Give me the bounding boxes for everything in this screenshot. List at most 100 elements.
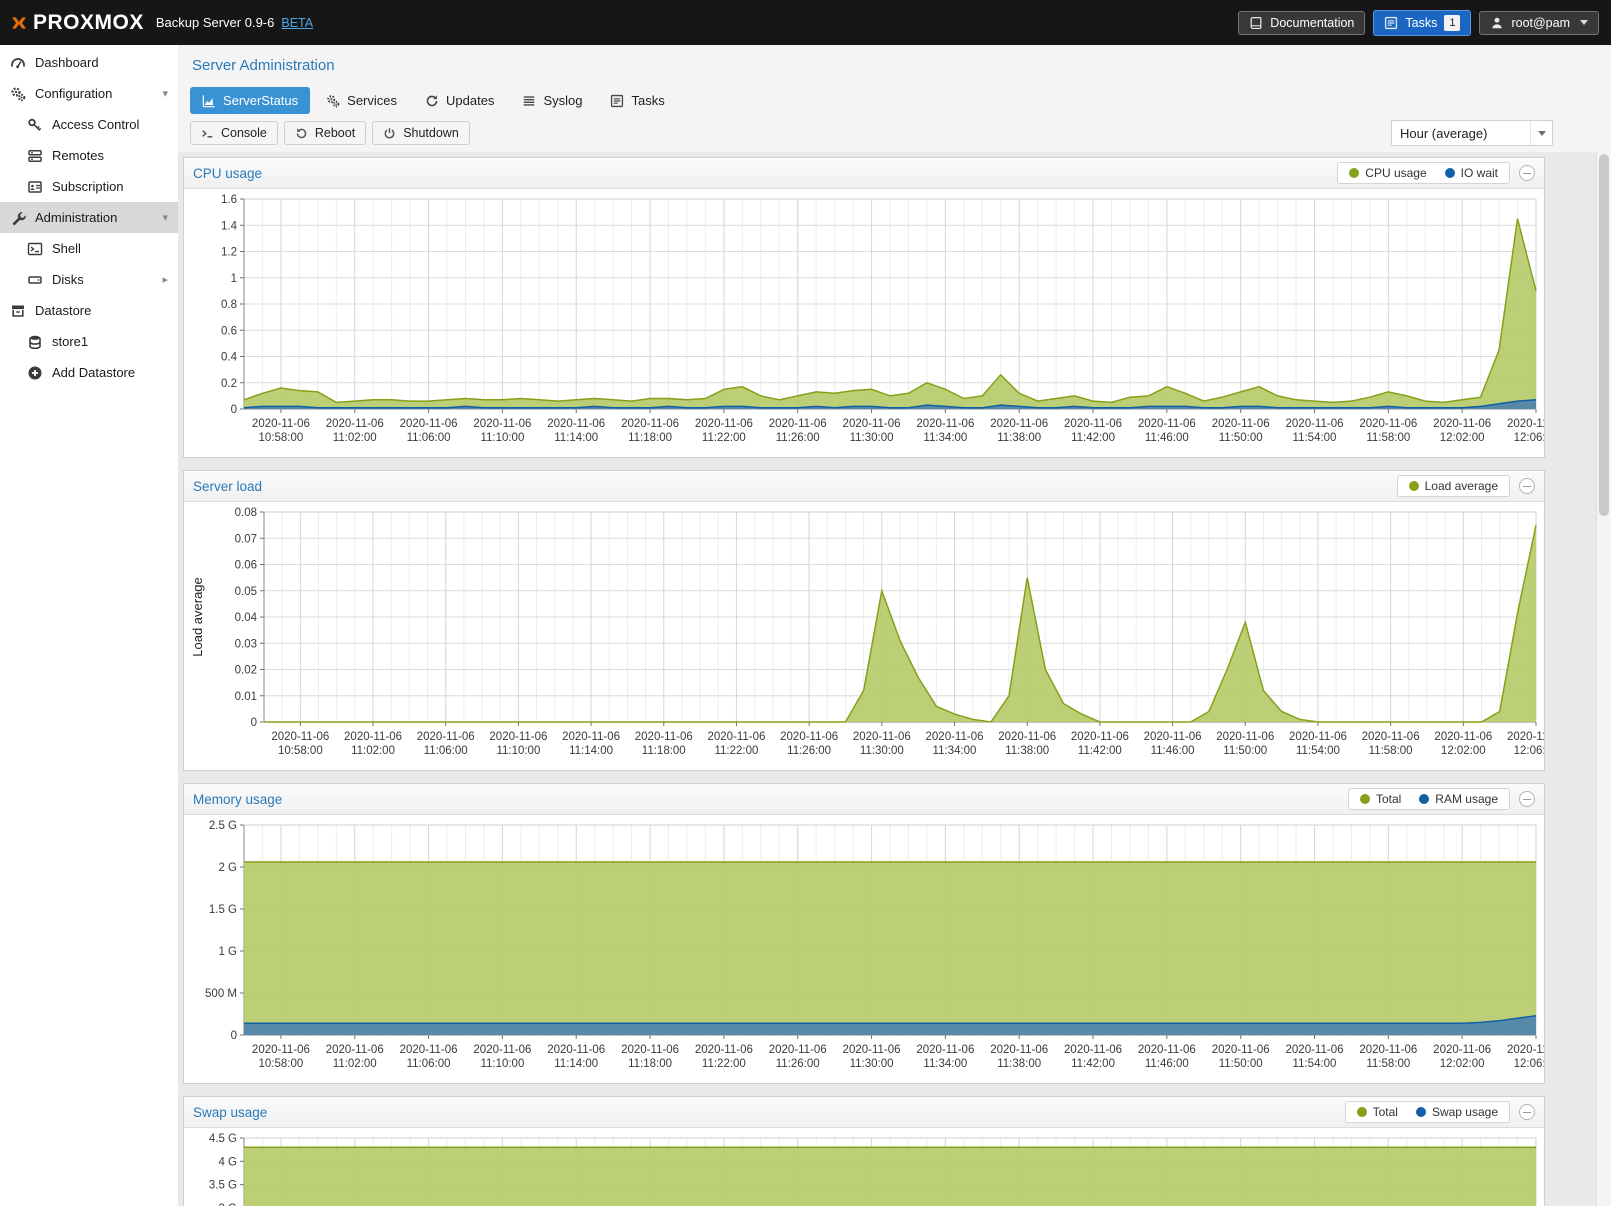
chart-swap-usage: 2020-11-0610:58:002020-11-0611:02:002020… <box>184 1128 1544 1206</box>
svg-text:1.4: 1.4 <box>221 220 238 232</box>
chevron-down-icon[interactable] <box>1530 121 1552 145</box>
tasks-button[interactable]: Tasks 1 <box>1373 10 1471 36</box>
chart-server-load: 2020-11-0610:58:002020-11-0611:02:002020… <box>184 502 1544 770</box>
sidebar-item-configuration[interactable]: Configuration▾ <box>0 78 178 109</box>
svg-text:0.04: 0.04 <box>235 612 258 624</box>
archive-icon <box>10 303 26 319</box>
sidebar-item-administration[interactable]: Administration▾ <box>0 202 178 233</box>
svg-text:11:58:00: 11:58:00 <box>1369 745 1413 757</box>
sidebar-item-disks[interactable]: Disks▸ <box>0 264 178 295</box>
svg-text:2020-11-06: 2020-11-06 <box>562 731 620 743</box>
svg-text:2020-11-06: 2020-11-06 <box>252 1044 310 1056</box>
scrollbar-thumb[interactable] <box>1599 154 1609 516</box>
sidebar-item-subscription[interactable]: Subscription <box>0 171 178 202</box>
button-label: Console <box>221 126 267 140</box>
chevron-collapsed-icon[interactable]: ▸ <box>162 273 168 286</box>
svg-text:2020-11-06: 2020-11-06 <box>1434 731 1492 743</box>
collapse-panel-icon[interactable] <box>1519 791 1535 807</box>
chart-panel-swap-usage: Swap usageTotalSwap usage2020-11-0610:58… <box>183 1096 1545 1206</box>
svg-text:2020-11-06: 2020-11-06 <box>695 1044 753 1056</box>
collapse-panel-icon[interactable] <box>1519 1104 1535 1120</box>
collapse-panel-icon[interactable] <box>1519 165 1535 181</box>
svg-text:2020-11-06: 2020-11-06 <box>916 1044 974 1056</box>
svg-text:2020-11-06: 2020-11-06 <box>1507 731 1544 743</box>
svg-text:0: 0 <box>251 717 257 729</box>
chart-panel-server-load: Server loadLoad average2020-11-0610:58:0… <box>183 470 1545 771</box>
svg-text:2020-11-06: 2020-11-06 <box>1433 418 1491 430</box>
collapse-panel-icon[interactable] <box>1519 478 1535 494</box>
legend-item-load-average: Load average <box>1409 479 1498 493</box>
svg-text:2020-11-06: 2020-11-06 <box>843 1044 901 1056</box>
svg-text:2020-11-06: 2020-11-06 <box>1138 1044 1196 1056</box>
sidebar-item-label: Access Control <box>52 117 139 132</box>
tab-services[interactable]: Services <box>314 87 409 114</box>
svg-text:2020-11-06: 2020-11-06 <box>621 1044 679 1056</box>
svg-text:1 G: 1 G <box>218 946 237 958</box>
svg-text:2.5 G: 2.5 G <box>209 820 237 832</box>
proxmox-logo[interactable]: PROXMOX <box>12 11 144 35</box>
svg-text:0: 0 <box>231 1030 237 1042</box>
tab-serverstatus[interactable]: ServerStatus <box>190 87 310 114</box>
svg-text:11:46:00: 11:46:00 <box>1145 432 1189 444</box>
svg-text:2020-11-06: 2020-11-06 <box>1507 418 1544 430</box>
svg-text:11:26:00: 11:26:00 <box>776 432 820 444</box>
svg-text:4 G: 4 G <box>218 1156 237 1168</box>
vertical-scrollbar[interactable] <box>1596 152 1611 1206</box>
svg-text:11:54:00: 11:54:00 <box>1296 745 1340 757</box>
tab-updates[interactable]: Updates <box>413 87 506 114</box>
sidebar-item-datastore[interactable]: Datastore <box>0 295 178 326</box>
svg-text:12:02:00: 12:02:00 <box>1441 745 1486 757</box>
legend-label: IO wait <box>1461 166 1498 180</box>
svg-text:2020-11-06: 2020-11-06 <box>695 418 753 430</box>
svg-text:2020-11-06: 2020-11-06 <box>417 731 475 743</box>
svg-text:0.08: 0.08 <box>235 507 257 519</box>
sidebar-item-shell[interactable]: Shell <box>0 233 178 264</box>
svg-text:11:38:00: 11:38:00 <box>1005 745 1049 757</box>
legend-item-cpu-usage: CPU usage <box>1349 166 1426 180</box>
chart-title: Swap usage <box>193 1105 267 1120</box>
gauge-icon <box>10 55 26 71</box>
svg-text:0.06: 0.06 <box>235 560 257 572</box>
sidebar-item-store1[interactable]: store1 <box>0 326 178 357</box>
key-icon <box>27 117 43 133</box>
svg-text:11:42:00: 11:42:00 <box>1078 745 1122 757</box>
svg-text:11:30:00: 11:30:00 <box>860 745 904 757</box>
console-button[interactable]: Console <box>190 121 278 145</box>
button-label: Shutdown <box>403 126 459 140</box>
page-title: Server Administration <box>178 45 1611 79</box>
svg-text:2020-11-06: 2020-11-06 <box>1064 418 1122 430</box>
svg-text:2020-11-06: 2020-11-06 <box>1359 1044 1417 1056</box>
svg-text:11:58:00: 11:58:00 <box>1366 1058 1410 1070</box>
svg-text:0.4: 0.4 <box>221 352 238 364</box>
database-icon <box>27 334 43 350</box>
tab-syslog[interactable]: Syslog <box>510 87 594 114</box>
svg-text:2020-11-06: 2020-11-06 <box>769 418 827 430</box>
toolbar: Console Reboot Shutdown Hour (average) <box>178 114 1611 152</box>
svg-text:11:22:00: 11:22:00 <box>702 432 746 444</box>
svg-text:2020-11-06: 2020-11-06 <box>1362 731 1420 743</box>
sidebar-item-dashboard[interactable]: Dashboard <box>0 47 178 78</box>
svg-text:10:58:00: 10:58:00 <box>259 432 304 444</box>
svg-text:2020-11-06: 2020-11-06 <box>707 731 765 743</box>
tab-tasks[interactable]: Tasks <box>598 87 676 114</box>
chevron-expanded-icon[interactable]: ▾ <box>162 87 168 100</box>
sidebar-item-remotes[interactable]: Remotes <box>0 140 178 171</box>
sidebar-item-add-datastore[interactable]: Add Datastore <box>0 357 178 388</box>
documentation-button[interactable]: Documentation <box>1238 11 1365 35</box>
timeframe-select[interactable]: Hour (average) <box>1391 120 1553 146</box>
svg-text:11:10:00: 11:10:00 <box>496 745 540 757</box>
svg-text:0.8: 0.8 <box>221 299 237 311</box>
svg-text:2020-11-06: 2020-11-06 <box>1507 1044 1544 1056</box>
svg-text:2020-11-06: 2020-11-06 <box>1071 731 1129 743</box>
beta-link[interactable]: BETA <box>281 16 313 30</box>
shutdown-button[interactable]: Shutdown <box>372 121 470 145</box>
legend-label: Swap usage <box>1432 1105 1498 1119</box>
chevron-expanded-icon[interactable]: ▾ <box>162 211 168 224</box>
sidebar-item-label: Dashboard <box>35 55 99 70</box>
console-icon <box>201 127 214 140</box>
brand-wordmark: PROXMOX <box>33 11 144 35</box>
sidebar-item-access-control[interactable]: Access Control <box>0 109 178 140</box>
svg-text:12:06:00: 12:06:00 <box>1514 1058 1544 1070</box>
user-menu-button[interactable]: root@pam <box>1479 11 1599 35</box>
reboot-button[interactable]: Reboot <box>284 121 366 145</box>
